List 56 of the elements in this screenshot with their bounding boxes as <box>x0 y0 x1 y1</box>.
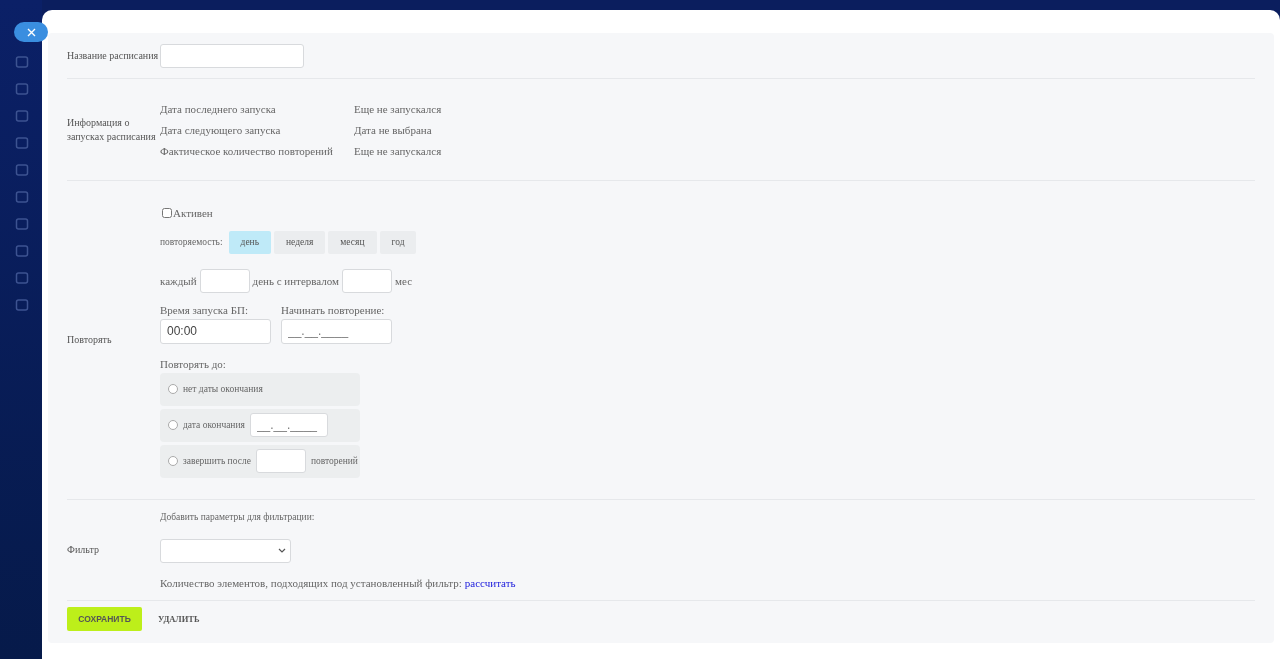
info-value: Еще не запускался <box>354 144 442 157</box>
filter-hint: Добавить параметры для фильтрации: <box>160 511 316 522</box>
calculate-link[interactable]: рассчитать <box>464 576 516 589</box>
option-label: нет даты окончания <box>183 384 263 394</box>
time-label: Время запуска БП: <box>160 303 249 316</box>
menu-item-icon <box>15 298 29 312</box>
filter-select[interactable] <box>160 538 291 563</box>
menu-item-icon <box>15 271 29 285</box>
close-icon <box>26 27 36 37</box>
name-input[interactable] <box>160 43 304 68</box>
menu-item-icon <box>15 136 29 150</box>
field-label: Название расписания <box>67 48 160 63</box>
frequency-tab[interactable]: день <box>228 230 271 254</box>
start-label: Начинать повторение: <box>281 303 386 316</box>
option-label: дата окончания <box>183 420 245 430</box>
info-name: Дата следующего запуска <box>160 123 282 136</box>
field-label: Повторять <box>67 333 113 347</box>
checkbox-label: Активен <box>173 206 213 219</box>
chevron-icon <box>278 548 286 553</box>
interval-input[interactable] <box>342 268 393 293</box>
radio-button[interactable] <box>168 384 178 394</box>
menu-item-icon <box>15 82 29 96</box>
menu-item-icon <box>15 55 29 69</box>
field-label: Информация о запусках расписания <box>67 116 157 143</box>
menu-item-icon <box>15 109 29 123</box>
info-value: Еще не запускался <box>354 102 442 115</box>
option-label: завершить после <box>183 456 251 466</box>
delete-button[interactable]: УДАЛИТЬ <box>158 614 200 624</box>
count-text: Количество элементов, подходящих под установленный фильтр: <box>160 576 462 589</box>
close-button[interactable] <box>14 22 48 42</box>
count-input[interactable] <box>255 449 306 473</box>
frequency-tab[interactable]: год <box>379 230 417 254</box>
active-checkbox[interactable] <box>162 207 172 218</box>
time-input[interactable]: 00:00 <box>160 318 271 344</box>
interval-label: день с интервалом <box>252 274 340 287</box>
radio-button[interactable] <box>168 456 178 466</box>
end-date-input[interactable]: __.__.____ <box>249 413 328 437</box>
menu-item-icon <box>15 244 29 258</box>
menu-item-icon <box>15 217 29 231</box>
every-label: каждый <box>160 274 197 287</box>
unit-label: мес <box>395 274 413 287</box>
info-name: Фактическое количество повторений <box>160 144 334 157</box>
menu-item-icon <box>15 190 29 204</box>
field-label: Фильтр <box>67 543 100 557</box>
frequency-label: повторяемость: <box>160 237 223 247</box>
frequency-tab[interactable]: неделя <box>274 230 326 254</box>
radio-button[interactable] <box>168 420 178 430</box>
every-input[interactable] <box>199 268 250 293</box>
frequency-tab[interactable]: месяц <box>328 230 377 254</box>
info-value: Дата не выбрана <box>354 123 433 136</box>
save-button[interactable]: СОХРАНИТЬ <box>67 607 142 631</box>
option-suffix: повторений <box>310 456 358 466</box>
date-input[interactable]: __.__.____ <box>281 318 392 344</box>
menu-item-icon <box>15 163 29 177</box>
until-label: Повторять до: <box>160 357 227 370</box>
info-name: Дата последнего запуска <box>160 102 277 115</box>
